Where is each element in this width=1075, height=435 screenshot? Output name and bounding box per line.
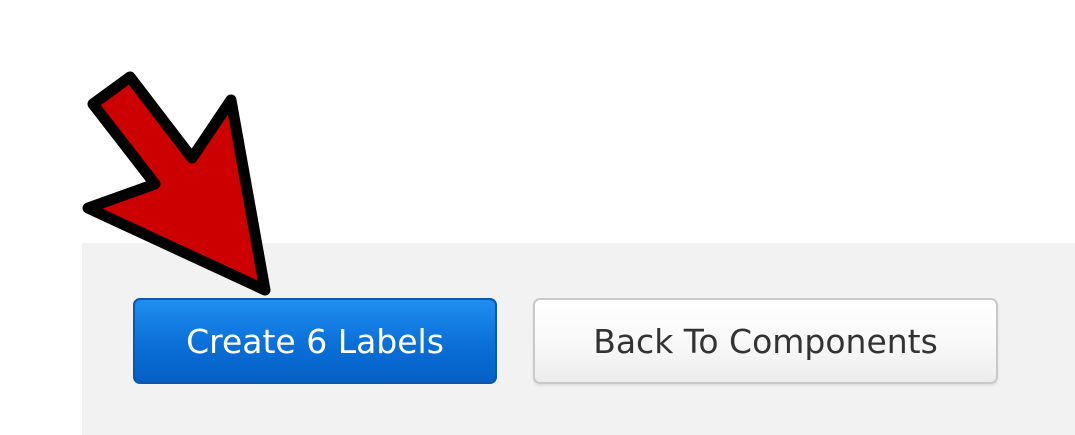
back-to-components-button[interactable]: Back To Components [533,298,998,384]
create-labels-button[interactable]: Create 6 Labels [133,298,497,384]
screenshot-stage: Create 6 Labels Back To Components [0,0,1075,435]
